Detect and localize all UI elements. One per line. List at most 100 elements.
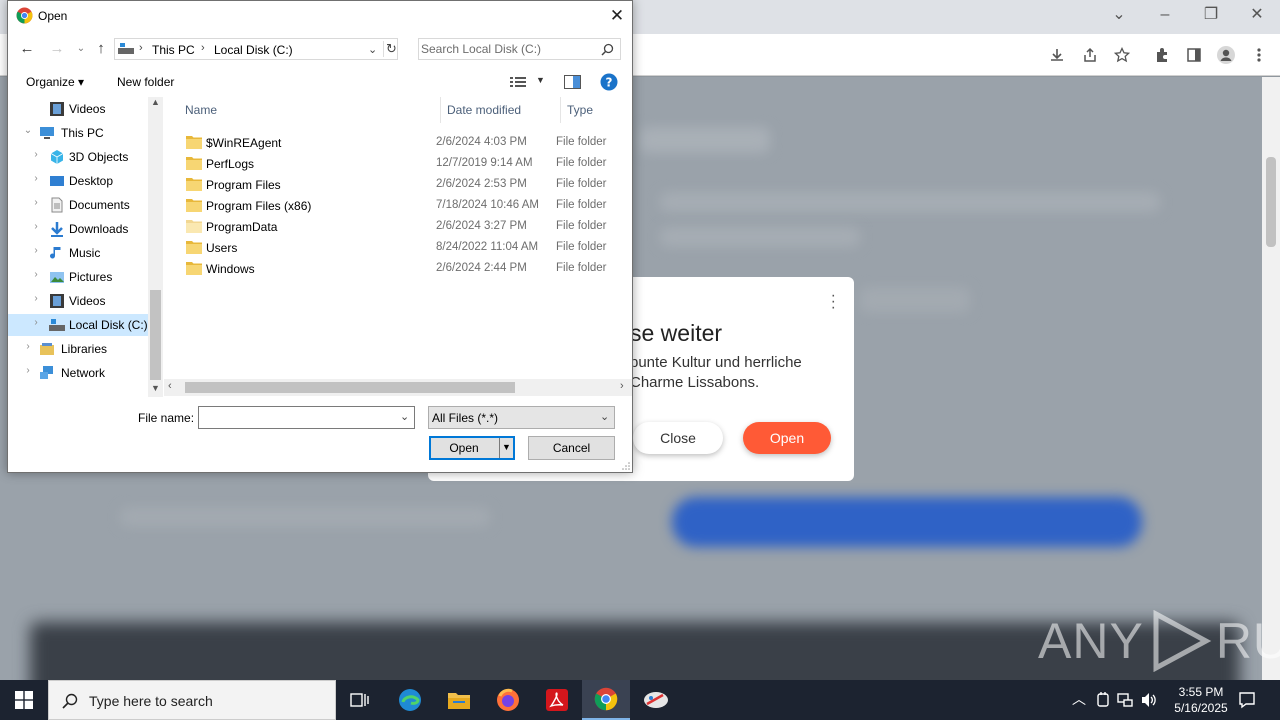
chevron-up-icon[interactable]: ︿ xyxy=(1072,689,1086,709)
file-row[interactable]: Program Files 2/6/2024 2:53 PM File folder xyxy=(182,174,632,195)
up-arrow-icon[interactable]: ↑ xyxy=(92,39,110,59)
horizontal-scrollbar[interactable]: ‹ › xyxy=(164,379,632,396)
taskbar-file-explorer[interactable] xyxy=(435,680,483,720)
forward-arrow-icon[interactable]: → xyxy=(48,39,66,59)
collapsed-chevron-icon[interactable]: › xyxy=(22,365,34,376)
taskbar-firefox[interactable] xyxy=(484,680,532,720)
column-header-type[interactable]: Type xyxy=(561,97,632,123)
nav-pane-scrollbar[interactable]: ▲ ▼ xyxy=(148,97,163,397)
collapsed-chevron-icon[interactable]: › xyxy=(30,269,42,280)
collapsed-chevron-icon[interactable]: › xyxy=(30,293,42,304)
scroll-up-icon[interactable]: ▲ xyxy=(151,97,160,107)
battery-plug-icon[interactable] xyxy=(1094,691,1112,709)
tree-item-music[interactable]: › Music xyxy=(8,242,148,264)
collapsed-chevron-icon[interactable]: › xyxy=(30,173,42,184)
more-options-icon[interactable]: · · · xyxy=(831,288,836,316)
horizontal-scroll-thumb[interactable] xyxy=(185,382,515,393)
taskbar-acrobat[interactable] xyxy=(533,680,581,720)
restore-button[interactable]: ❐ xyxy=(1188,0,1234,30)
tree-item-network[interactable]: › Network xyxy=(8,362,148,384)
web-open-button[interactable]: Open xyxy=(743,422,831,454)
recent-locations-icon[interactable]: ⌄ xyxy=(72,39,90,59)
address-bar[interactable]: › This PC › Local Disk (C:) ⌄ ↻ xyxy=(114,38,398,60)
scroll-down-icon[interactable]: ▼ xyxy=(151,383,160,393)
resize-grip-icon[interactable] xyxy=(622,462,630,470)
file-name-combobox[interactable]: ⌄ xyxy=(198,406,415,429)
file-row[interactable]: ProgramData 2/6/2024 3:27 PM File folder xyxy=(182,216,632,237)
minimize-button[interactable]: – xyxy=(1142,0,1188,30)
tree-item-downloads[interactable]: › Downloads xyxy=(8,218,148,240)
web-close-button[interactable]: Close xyxy=(633,422,723,454)
extensions-icon[interactable] xyxy=(1151,44,1173,66)
chevron-down-icon[interactable]: ⌄ xyxy=(400,410,409,423)
collapsed-chevron-icon[interactable]: › xyxy=(30,221,42,232)
taskbar-chrome[interactable] xyxy=(582,680,630,720)
close-window-button[interactable]: ✕ xyxy=(1234,0,1280,30)
tree-item-desktop[interactable]: › Desktop xyxy=(8,170,148,192)
collapsed-chevron-icon[interactable]: › xyxy=(30,197,42,208)
dialog-close-icon[interactable]: ✕ xyxy=(606,5,628,27)
page-scrollbar[interactable] xyxy=(1262,77,1280,680)
breadcrumb-this-pc[interactable]: This PC xyxy=(152,43,195,57)
collapsed-chevron-icon[interactable]: › xyxy=(30,149,42,160)
search-input[interactable] xyxy=(421,41,597,57)
search-box[interactable] xyxy=(418,38,621,60)
tree-item-this-pc[interactable]: ⌄ This PC xyxy=(8,122,148,144)
column-header-name[interactable]: Name xyxy=(179,97,441,123)
scroll-right-icon[interactable]: › xyxy=(620,380,624,392)
scroll-left-icon[interactable]: ‹ xyxy=(168,380,172,392)
page-scroll-thumb[interactable] xyxy=(1266,157,1276,247)
tree-item-videos[interactable]: › Videos xyxy=(8,290,148,312)
tab-search-icon[interactable]: ⌄ xyxy=(1096,0,1142,30)
nav-scroll-thumb[interactable] xyxy=(150,290,161,380)
side-panel-icon[interactable] xyxy=(1183,44,1205,66)
taskbar-edge[interactable] xyxy=(386,680,434,720)
file-type-select[interactable]: All Files (*.*) ⌄ xyxy=(428,406,615,429)
open-button[interactable]: Open ▼ xyxy=(429,436,515,460)
new-folder-button[interactable]: New folder xyxy=(117,75,174,89)
tree-item-pictures[interactable]: › Pictures xyxy=(8,266,148,288)
file-row[interactable]: Windows 2/6/2024 2:44 PM File folder xyxy=(182,258,632,279)
view-options-icon[interactable] xyxy=(510,76,526,88)
volume-icon[interactable] xyxy=(1140,691,1158,709)
download-icon[interactable] xyxy=(1046,44,1068,66)
task-view-button[interactable] xyxy=(336,680,384,720)
file-name-input[interactable] xyxy=(202,410,392,425)
collapsed-chevron-icon[interactable]: › xyxy=(30,317,42,328)
taskbar-anyrun[interactable] xyxy=(632,680,680,720)
share-icon[interactable] xyxy=(1079,44,1101,66)
notifications-icon[interactable] xyxy=(1238,691,1256,709)
bookmark-star-icon[interactable] xyxy=(1111,44,1133,66)
file-row[interactable]: PerfLogs 12/7/2019 9:14 AM File folder xyxy=(182,153,632,174)
tree-item-3d-objects[interactable]: › 3D Objects xyxy=(8,146,148,168)
address-dropdown-icon[interactable]: ⌄ xyxy=(368,43,377,56)
chevron-down-icon[interactable]: ⌄ xyxy=(600,410,609,423)
expanded-chevron-icon[interactable]: ⌄ xyxy=(22,125,34,136)
file-row[interactable]: $WinREAgent 2/6/2024 4:03 PM File folder xyxy=(182,132,632,153)
column-header-date[interactable]: Date modified xyxy=(441,97,561,123)
breadcrumb-local-disk[interactable]: Local Disk (C:) xyxy=(214,43,293,57)
network-wired-icon[interactable] xyxy=(1116,691,1134,709)
cancel-button[interactable]: Cancel xyxy=(528,436,615,460)
collapsed-chevron-icon[interactable]: › xyxy=(30,245,42,256)
file-row[interactable]: Users 8/24/2022 11:04 AM File folder xyxy=(182,237,632,258)
preview-pane-icon[interactable] xyxy=(564,75,581,89)
tree-item-local-disk[interactable]: › Local Disk (C:) xyxy=(8,314,148,336)
collapsed-chevron-icon[interactable]: › xyxy=(22,341,34,352)
browser-menu-icon[interactable] xyxy=(1248,44,1270,66)
taskbar-search-box[interactable]: Type here to search xyxy=(48,680,336,720)
open-split-dropdown[interactable]: ▼ xyxy=(499,438,513,458)
help-icon[interactable]: ? xyxy=(600,73,618,91)
tree-item-videos-quick[interactable]: Videos xyxy=(8,98,148,120)
tree-item-documents[interactable]: › Documents xyxy=(8,194,148,216)
back-arrow-icon[interactable]: ← xyxy=(18,39,36,59)
start-button[interactable] xyxy=(0,680,48,720)
clock[interactable]: 3:55 PM 5/16/2025 xyxy=(1166,684,1236,716)
file-type: File folder xyxy=(556,262,607,274)
view-dropdown-icon[interactable]: ▼ xyxy=(536,75,545,85)
file-row[interactable]: Program Files (x86) 7/18/2024 10:46 AM Fil… xyxy=(182,195,632,216)
refresh-icon[interactable]: ↻ xyxy=(383,41,399,57)
organize-button[interactable]: Organize ▾ xyxy=(26,75,84,89)
profile-avatar-icon[interactable] xyxy=(1215,44,1237,66)
tree-item-libraries[interactable]: › Libraries xyxy=(8,338,148,360)
